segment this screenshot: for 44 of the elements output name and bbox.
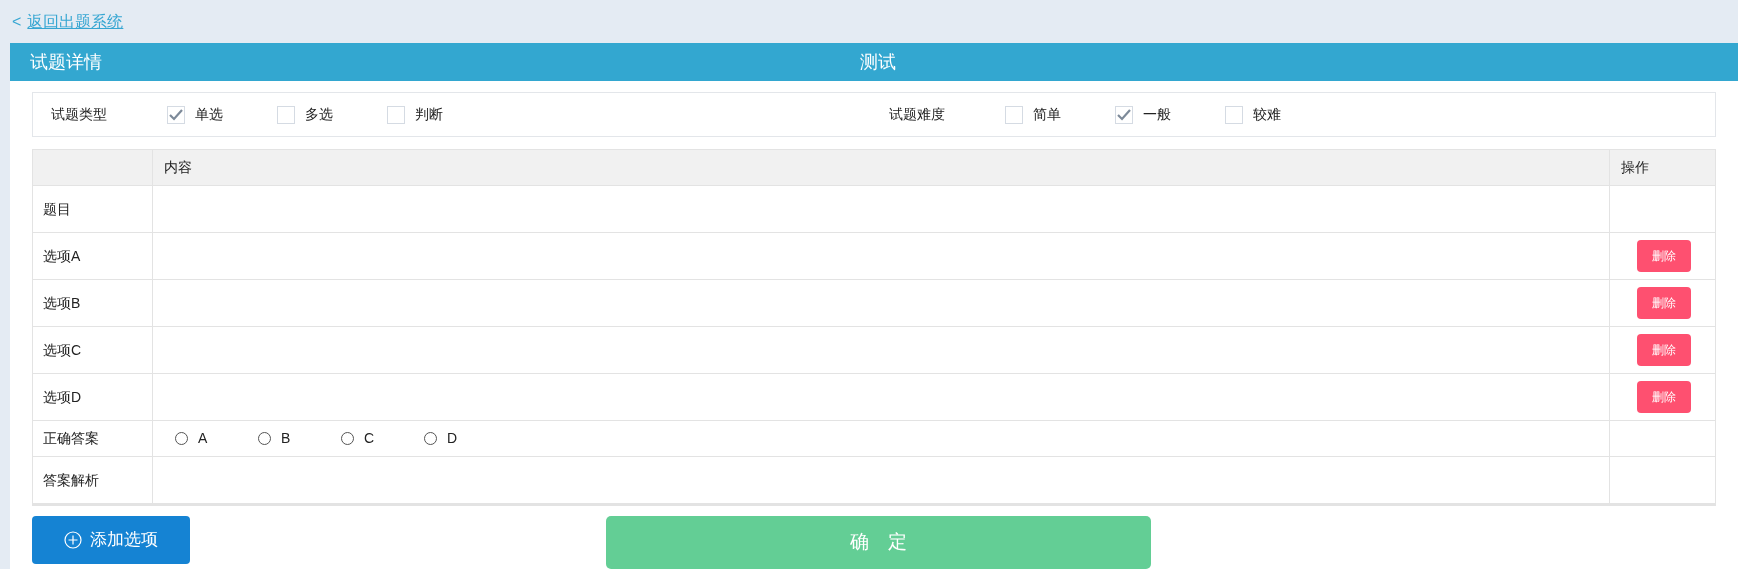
checkbox[interactable] (167, 105, 185, 124)
back-link[interactable]: 返回出题系统 (27, 9, 124, 34)
confirm-button[interactable]: 确 定 (606, 516, 1151, 569)
column-header: 操作 (1621, 158, 1649, 177)
radio-button[interactable] (424, 432, 437, 445)
choice-label: B (281, 429, 291, 448)
checkbox[interactable] (1225, 105, 1243, 124)
row-label: 选项A (43, 246, 81, 266)
add-option-button[interactable]: 添加选项 (32, 516, 190, 564)
delete-button[interactable]: 删除 (1637, 334, 1691, 366)
filter-label: 试题难度 (889, 105, 946, 124)
back-arrow[interactable]: < (12, 9, 22, 34)
filter-label: 试题类型 (51, 105, 108, 124)
row-label: 题目 (43, 199, 71, 219)
delete-button[interactable]: 删除 (1637, 287, 1691, 319)
choice-label: C (364, 429, 375, 448)
option-label: 一般 (1143, 105, 1171, 124)
checkbox[interactable] (1005, 105, 1023, 124)
row-label: 选项B (43, 293, 81, 313)
row-label: 选项D (43, 387, 82, 407)
choice-label: A (198, 429, 208, 448)
radio-button[interactable] (175, 432, 188, 445)
row-label: 答案解析 (43, 470, 99, 490)
radio-button[interactable] (258, 432, 271, 445)
option-label: 简单 (1033, 105, 1061, 124)
option-label: 单选 (195, 105, 223, 124)
check-icon (169, 108, 183, 121)
delete-button[interactable]: 删除 (1637, 240, 1691, 272)
plus-circle-icon (64, 531, 82, 549)
radio-button[interactable] (341, 432, 354, 445)
column-header: 内容 (164, 158, 192, 177)
checkbox[interactable] (387, 105, 405, 124)
page-title: 试题详情 (30, 50, 102, 74)
checkbox[interactable] (1115, 105, 1133, 124)
row-label: 选项C (43, 340, 82, 360)
delete-button[interactable]: 删除 (1637, 381, 1691, 413)
check-icon (1117, 108, 1131, 121)
option-label: 判断 (415, 105, 443, 124)
option-label: 较难 (1253, 105, 1281, 124)
checkbox[interactable] (277, 105, 295, 124)
row-label: 正确答案 (43, 429, 99, 448)
option-label: 多选 (305, 105, 333, 124)
page-subtitle: 测试 (860, 50, 896, 74)
choice-label: D (447, 429, 458, 448)
